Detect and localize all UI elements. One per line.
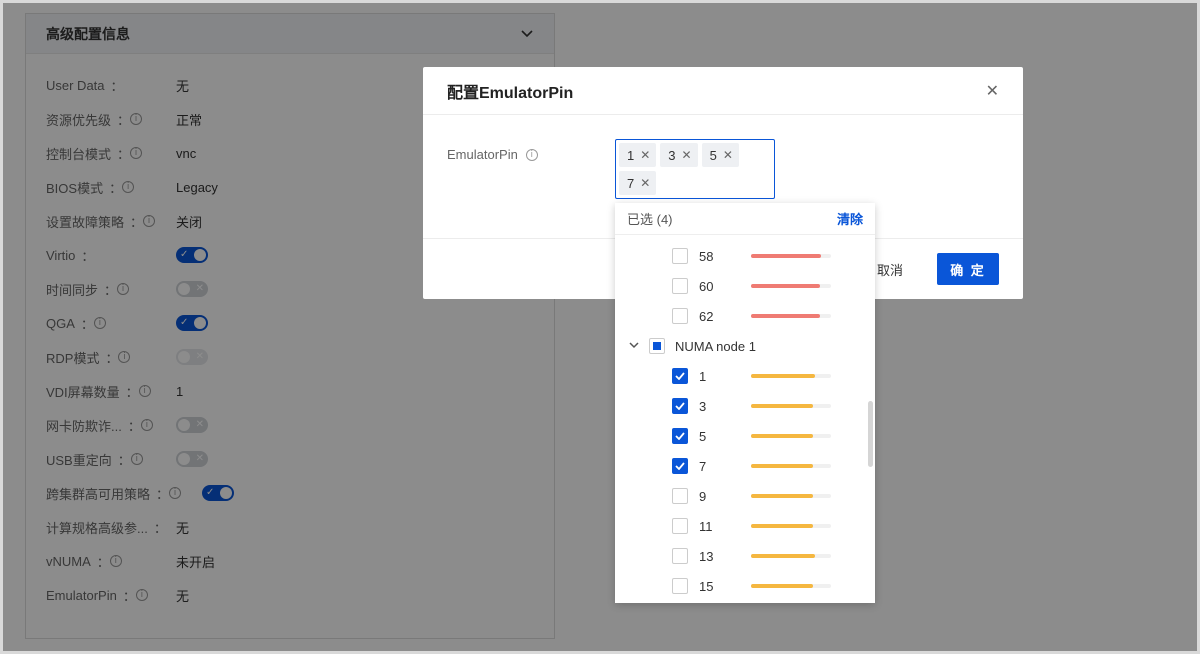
- cpu-number: 3: [699, 398, 707, 414]
- field-label-text: EmulatorPin: [447, 147, 518, 162]
- cpu-option[interactable]: 60: [615, 271, 875, 301]
- usage-bar: [751, 554, 831, 558]
- cpu-number: 60: [699, 278, 714, 294]
- tag-label: 1: [627, 147, 635, 163]
- info-icon[interactable]: i: [525, 148, 538, 161]
- numa-group-row[interactable]: NUMA node 1: [615, 331, 875, 361]
- selected-tag: 7 ✕: [619, 171, 657, 195]
- cpu-option[interactable]: 9: [615, 481, 875, 511]
- cpu-number: 58: [699, 248, 714, 264]
- cpu-number: 13: [699, 548, 714, 564]
- checkbox-checked[interactable]: [672, 458, 688, 474]
- cpu-option[interactable]: 5: [615, 421, 875, 451]
- cpu-number: 9: [699, 488, 707, 504]
- checkbox[interactable]: [672, 578, 688, 594]
- selected-count: 已选 (4): [627, 212, 673, 227]
- usage-bar: [751, 584, 831, 588]
- usage-bar: [751, 404, 831, 408]
- cpu-number: 11: [699, 518, 713, 534]
- close-icon[interactable]: ✕: [986, 81, 999, 101]
- cpu-option[interactable]: 1: [615, 361, 875, 391]
- usage-bar: [751, 464, 831, 468]
- cpu-option[interactable]: 62: [615, 301, 875, 331]
- checkbox[interactable]: [672, 518, 688, 534]
- checkbox[interactable]: [672, 278, 688, 294]
- cpu-option[interactable]: 13: [615, 541, 875, 571]
- cpu-number: 5: [699, 428, 707, 444]
- checkbox-partial[interactable]: [649, 338, 665, 354]
- cpu-number: 1: [699, 368, 707, 384]
- chevron-down-icon[interactable]: [629, 340, 639, 352]
- checkbox[interactable]: [672, 308, 688, 324]
- selected-tag: 3 ✕: [660, 143, 698, 167]
- emulatorpin-dropdown: 已选 (4) 清除 58 60 62 NUMA node 1 1 3 5 7 9 11 13 15: [615, 203, 875, 603]
- cpu-number: 15: [699, 578, 714, 594]
- checkbox[interactable]: [672, 248, 688, 264]
- modal-header: 配置EmulatorPin ✕: [423, 67, 1023, 115]
- checkbox[interactable]: [672, 548, 688, 564]
- cpu-option[interactable]: 15: [615, 571, 875, 601]
- emulatorpin-select[interactable]: 1 ✕ 3 ✕ 5 ✕ 7 ✕: [615, 139, 775, 199]
- cpu-number: 7: [699, 458, 707, 474]
- checkbox-checked[interactable]: [672, 368, 688, 384]
- checkbox-checked[interactable]: [672, 398, 688, 414]
- usage-bar: [751, 314, 831, 318]
- dropdown-header: 已选 (4) 清除: [615, 203, 875, 235]
- ok-button[interactable]: 确 定: [937, 253, 999, 285]
- selected-tag: 1 ✕: [619, 143, 657, 167]
- tag-remove-icon[interactable]: ✕: [640, 176, 650, 190]
- app-frame: 高级配置信息 User Data：无资源优先级： i 正常 控制台模式： i vnc BIO…: [0, 0, 1200, 654]
- cpu-option[interactable]: 11: [615, 511, 875, 541]
- tag-label: 5: [709, 147, 717, 163]
- tag-remove-icon[interactable]: ✕: [640, 148, 650, 162]
- usage-bar: [751, 254, 831, 258]
- checkbox[interactable]: [672, 488, 688, 504]
- dropdown-scrollbar[interactable]: [868, 401, 873, 467]
- tag-label: 7: [627, 175, 635, 191]
- tag-label: 3: [668, 147, 676, 163]
- cpu-number: 62: [699, 308, 714, 324]
- modal-title: 配置EmulatorPin: [447, 84, 574, 102]
- cpu-option[interactable]: 58: [615, 241, 875, 271]
- clear-button[interactable]: 清除: [837, 209, 863, 228]
- usage-bar: [751, 434, 831, 438]
- checkbox-checked[interactable]: [672, 428, 688, 444]
- usage-bar: [751, 374, 831, 378]
- usage-bar: [751, 524, 831, 528]
- cpu-option[interactable]: 7: [615, 451, 875, 481]
- cpu-option[interactable]: 3: [615, 391, 875, 421]
- numa-group-name: NUMA node 1: [675, 338, 756, 354]
- usage-bar: [751, 494, 831, 498]
- selected-tag: 5 ✕: [701, 143, 739, 167]
- usage-bar: [751, 284, 831, 288]
- tag-remove-icon[interactable]: ✕: [682, 148, 692, 162]
- emulatorpin-field-label: EmulatorPin i: [447, 147, 538, 162]
- cpu-option-list: 58 60 62 NUMA node 1 1 3 5 7 9 11 13 15: [615, 235, 875, 601]
- tag-remove-icon[interactable]: ✕: [723, 148, 733, 162]
